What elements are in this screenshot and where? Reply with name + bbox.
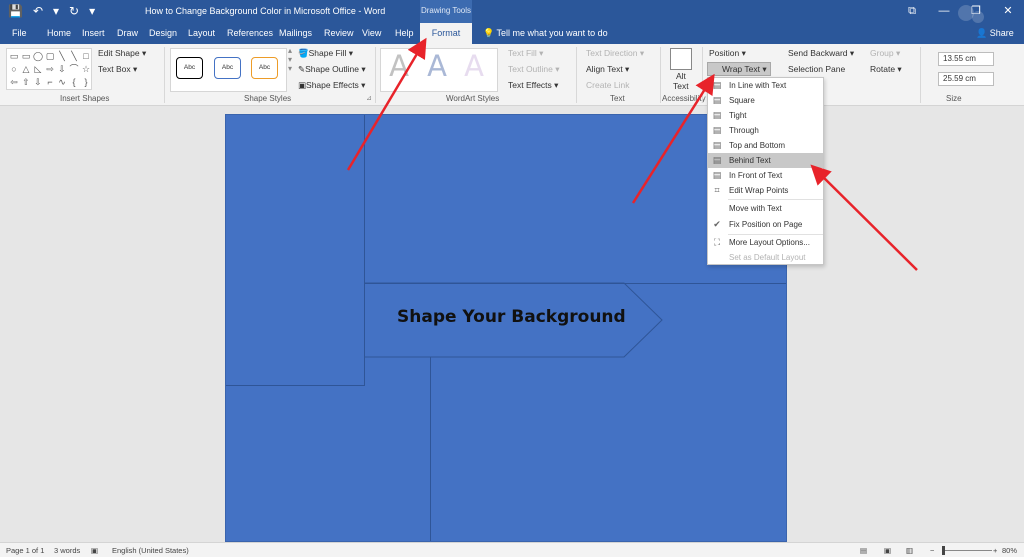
wrap-front-icon: ▤: [712, 170, 722, 180]
zoom-out-icon[interactable]: −: [930, 546, 934, 555]
move-with-text-item[interactable]: Move with Text: [708, 201, 823, 216]
wrap-square-item[interactable]: ▤ Square: [708, 93, 823, 108]
page-count[interactable]: Page 1 of 1: [6, 546, 44, 555]
wrap-inline-item[interactable]: ▤ In Line with Text: [708, 78, 823, 93]
wrap-through-icon: ▤: [712, 125, 722, 135]
wrap-tight-icon: ▤: [712, 110, 722, 120]
layout-options-icon: ⛶: [713, 237, 721, 247]
wrap-square-icon: ▤: [712, 95, 722, 105]
wrap-in-front-item[interactable]: ▤ In Front of Text: [708, 168, 823, 183]
edit-points-icon: ⌗: [714, 185, 720, 195]
zoom-in-icon[interactable]: +: [993, 546, 997, 555]
wrap-top-bottom-item[interactable]: ▤ Top and Bottom: [708, 138, 823, 153]
language[interactable]: English (United States): [112, 546, 189, 555]
wrap-text-menu: ▤ In Line with Text ▤ Square ▤ Tight ▤ Throu…: [707, 77, 824, 265]
wrap-through-item[interactable]: ▤ Through: [708, 123, 823, 138]
checkmark-icon: ✔: [713, 219, 721, 229]
zoom-slider[interactable]: [942, 550, 992, 551]
arrow-shape[interactable]: [0, 0, 1024, 557]
wrap-inline-icon: ▤: [712, 80, 722, 90]
edit-wrap-points-item[interactable]: ⌗ Edit Wrap Points: [708, 183, 823, 198]
zoom-slider-thumb[interactable]: [942, 546, 945, 555]
wrap-behind-text-item[interactable]: ▤ Behind Text: [708, 153, 823, 168]
document-heading[interactable]: Shape Your Background: [397, 307, 626, 327]
web-layout-icon[interactable]: ▥: [906, 546, 913, 555]
proofing-icon[interactable]: ▣: [91, 546, 98, 555]
fix-position-item[interactable]: ✔ Fix Position on Page: [708, 217, 823, 232]
status-bar: Page 1 of 1 3 words ▣ English (United St…: [0, 542, 1024, 557]
menu-separator: [728, 199, 823, 200]
more-layout-options-item[interactable]: ⛶ More Layout Options...: [708, 235, 823, 250]
print-layout-icon[interactable]: ▣: [884, 546, 891, 555]
read-mode-icon[interactable]: ▤: [860, 546, 867, 555]
wrap-tight-item[interactable]: ▤ Tight: [708, 108, 823, 123]
word-count[interactable]: 3 words: [54, 546, 80, 555]
wrap-top-bottom-icon: ▤: [712, 140, 722, 150]
set-default-layout-item[interactable]: Set as Default Layout: [708, 250, 823, 265]
zoom-level[interactable]: 80%: [1002, 546, 1017, 555]
wrap-behind-icon: ▤: [712, 155, 722, 165]
